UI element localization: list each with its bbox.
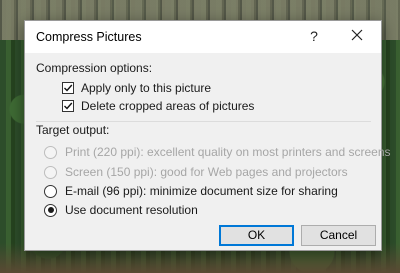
compression-options-heading: Compression options:: [36, 61, 153, 75]
delete-cropped-label: Delete cropped areas of pictures: [81, 99, 255, 113]
ok-button[interactable]: OK: [219, 225, 294, 246]
section-divider: [36, 121, 371, 122]
screen-ppi-radio: [44, 165, 57, 179]
screen-ppi-option: Screen (150 ppi): good for Web pages and…: [44, 164, 348, 180]
compress-pictures-dialog: Compress Pictures ? Compression options:…: [24, 20, 391, 251]
document-resolution-option[interactable]: Use document resolution: [44, 202, 198, 218]
apply-only-checkbox[interactable]: [62, 82, 74, 94]
apply-only-label: Apply only to this picture: [81, 81, 212, 95]
print-ppi-label: Print (220 ppi): excellent quality on mo…: [65, 145, 391, 159]
delete-cropped-checkbox[interactable]: [62, 100, 74, 112]
email-ppi-option[interactable]: E-mail (96 ppi): minimize document size …: [44, 183, 338, 199]
checkmark-icon: [64, 84, 73, 92]
print-ppi-radio: [44, 145, 57, 159]
target-output-heading: Target output:: [36, 123, 110, 137]
email-ppi-label: E-mail (96 ppi): minimize document size …: [65, 184, 338, 198]
dialog-titlebar: Compress Pictures ?: [25, 21, 381, 53]
document-resolution-label: Use document resolution: [65, 203, 198, 217]
email-ppi-radio[interactable]: [44, 184, 57, 198]
help-button[interactable]: ?: [303, 25, 325, 47]
print-ppi-option: Print (220 ppi): excellent quality on mo…: [44, 144, 391, 160]
close-button[interactable]: [345, 25, 369, 47]
dialog-title: Compress Pictures: [36, 30, 142, 44]
document-resolution-radio[interactable]: [44, 203, 57, 217]
cancel-button[interactable]: Cancel: [301, 225, 376, 246]
radio-selected-dot: [47, 207, 54, 213]
close-icon: [351, 29, 363, 41]
delete-cropped-option[interactable]: Delete cropped areas of pictures: [62, 98, 254, 114]
apply-only-option[interactable]: Apply only to this picture: [62, 80, 211, 96]
help-icon: ?: [310, 28, 318, 44]
screen-ppi-label: Screen (150 ppi): good for Web pages and…: [65, 165, 348, 179]
checkmark-icon: [64, 102, 73, 110]
